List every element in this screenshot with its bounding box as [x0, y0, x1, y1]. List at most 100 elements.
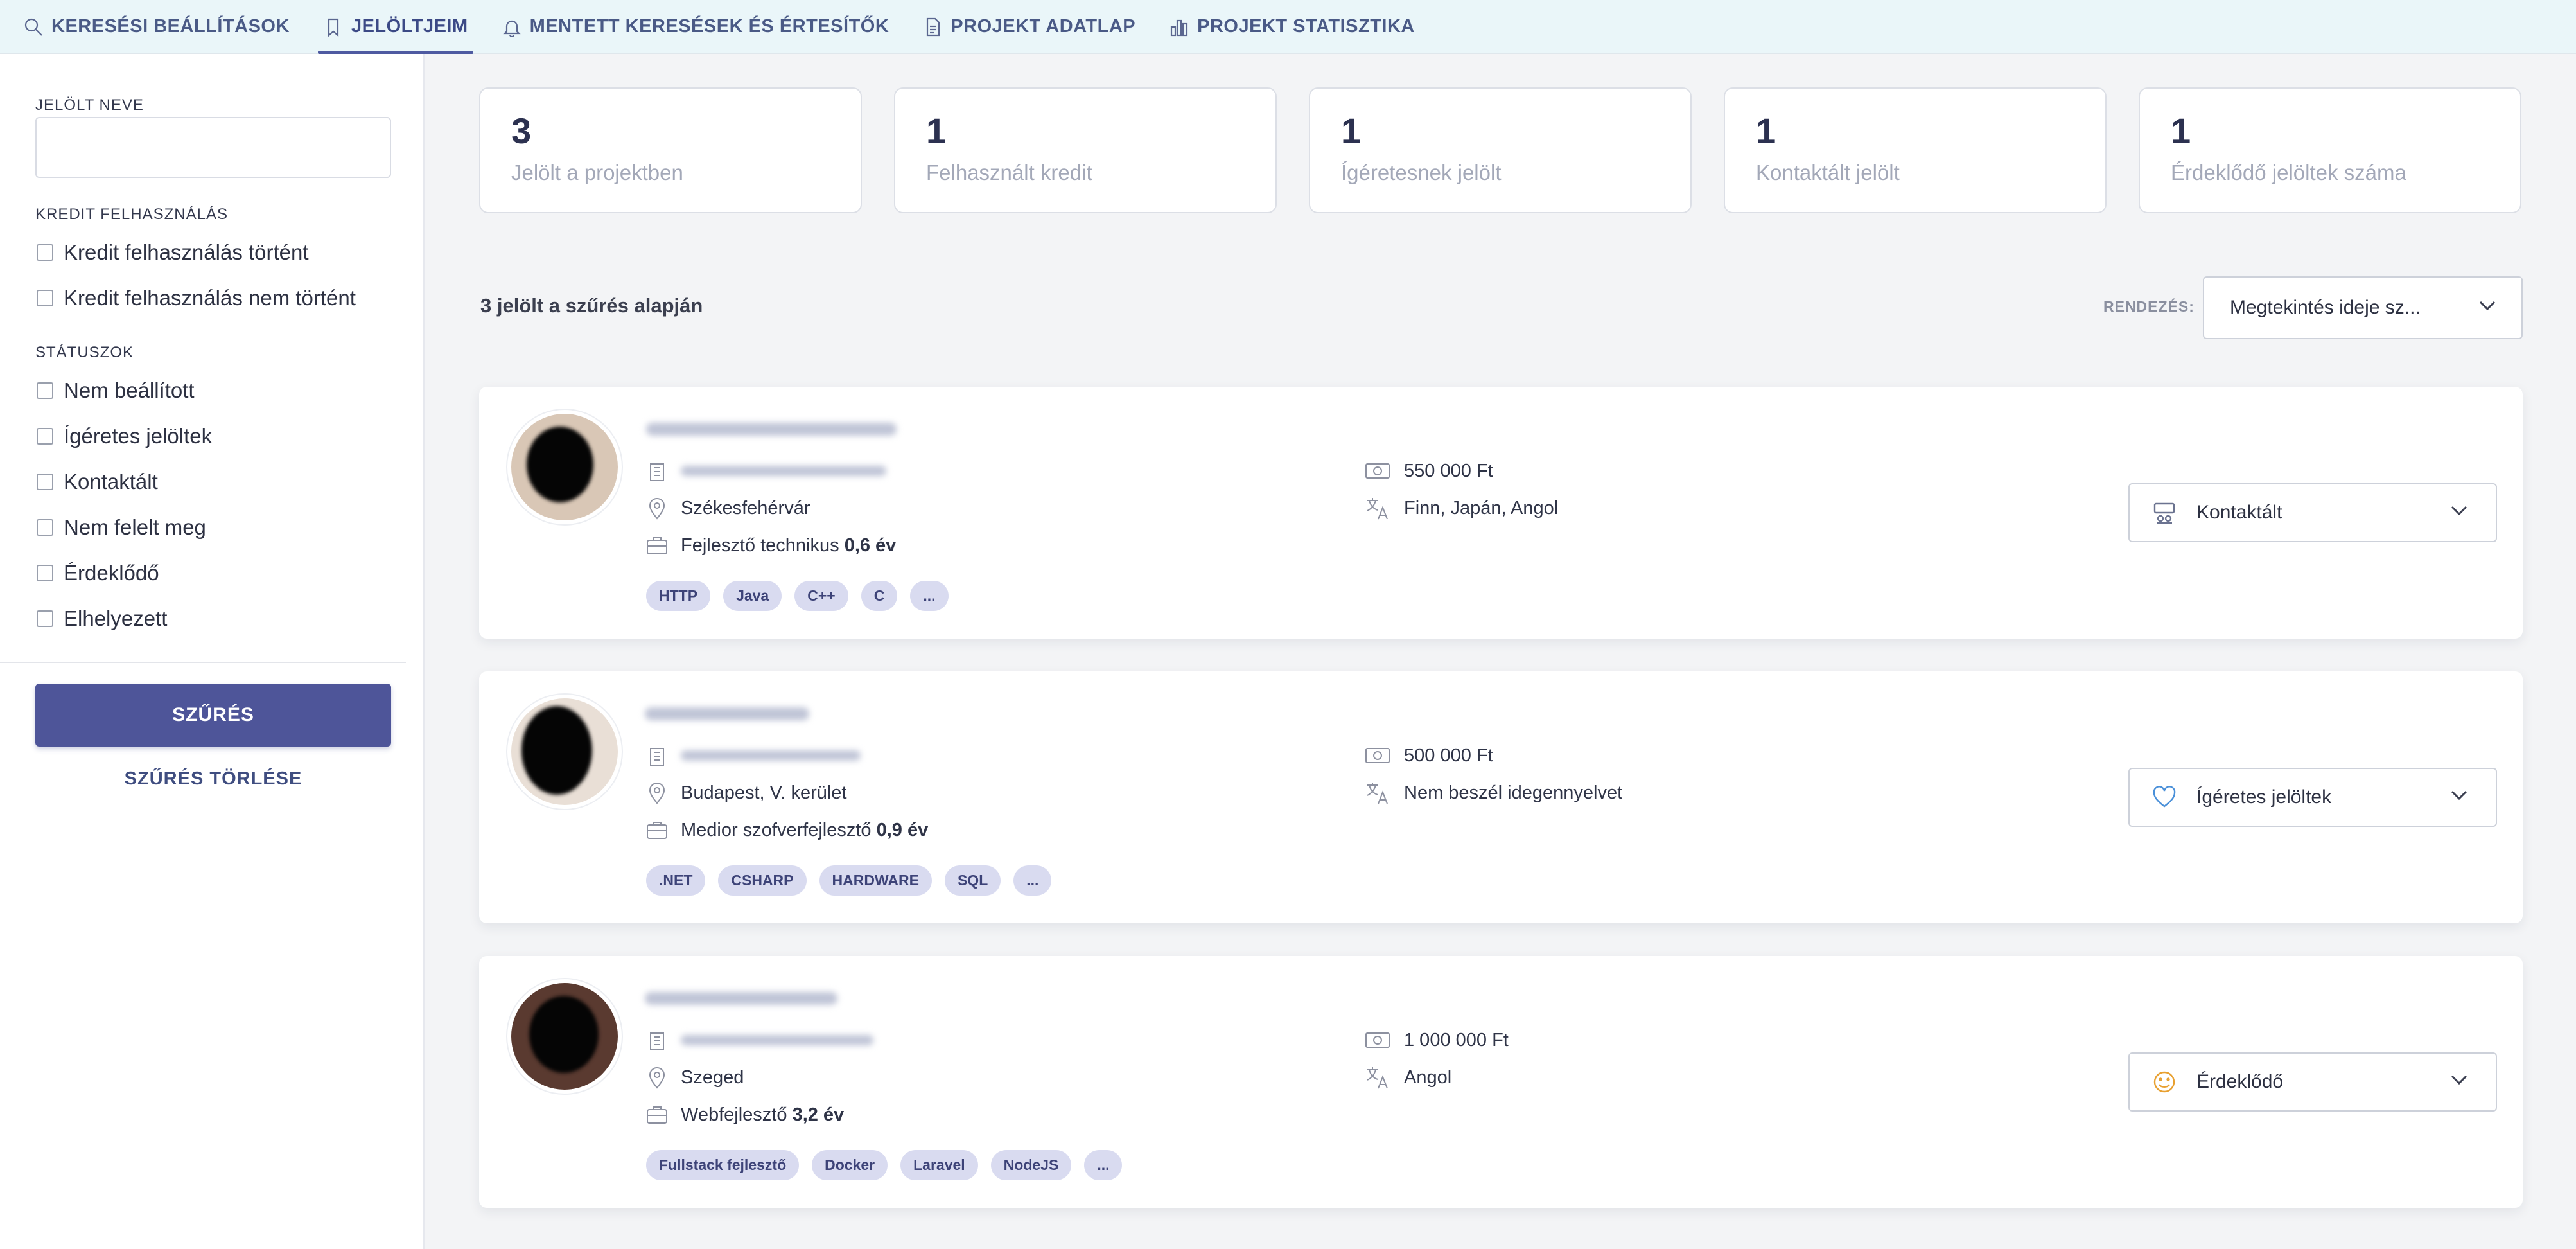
checkbox-status-promising[interactable]: Ígéretes jelöltek	[37, 424, 212, 448]
briefcase-icon	[647, 822, 667, 839]
checkbox-status-rejected[interactable]: Nem felelt meg	[37, 515, 206, 540]
chevron-down-icon	[2448, 784, 2470, 811]
money-icon	[1365, 1032, 1390, 1048]
building-icon	[650, 463, 664, 481]
document-icon	[927, 17, 940, 36]
candidate-card[interactable]: Budapest, V. kerület Medior szofverfejle…	[479, 671, 2523, 923]
candidate-role: Fejlesztő technikus	[681, 535, 839, 556]
candidate-name-label: JELÖLT NEVE	[35, 96, 144, 114]
tab-project-sheet[interactable]: PROJEKT ADATLAP	[922, 0, 1135, 54]
skill-tag: Fullstack fejlesztő	[646, 1150, 800, 1180]
heart-icon	[2153, 786, 2176, 808]
checkbox-status-interested[interactable]: Érdeklődő	[37, 561, 159, 585]
skill-tag: Docker	[812, 1150, 888, 1180]
checkbox-box[interactable]	[37, 244, 53, 261]
checkbox-label: Nem felelt meg	[64, 515, 206, 539]
languages-line: Finn, Japán, Angol	[1364, 495, 1558, 522]
bookmark-icon	[328, 18, 339, 37]
role-line: Medior szofverfejlesztő 0,9 év	[645, 818, 928, 842]
contact-card-icon	[2153, 502, 2175, 524]
translate-icon	[1367, 1067, 1388, 1089]
stat-label: Jelölt a projektben	[511, 161, 683, 184]
checkbox-status-not-set[interactable]: Nem beállított	[37, 378, 195, 403]
status-dropdown[interactable]: Kontaktált	[2128, 483, 2497, 542]
checkbox-credit-not-used[interactable]: Kredit felhasználás nem történt	[37, 286, 356, 310]
tab-saved-searches[interactable]: MENTETT KERESÉSEK ÉS ÉRTESÍTŐK	[502, 0, 889, 54]
stat-label: Ígéretesnek jelölt	[1341, 161, 1502, 184]
location-pin-icon	[649, 783, 665, 804]
checkbox-box[interactable]	[37, 290, 53, 306]
more-tags-button[interactable]: ...	[1013, 865, 1052, 896]
skill-tag: CSHARP	[718, 865, 807, 896]
chevron-down-icon	[2448, 1068, 2470, 1095]
candidate-card[interactable]: Székesfehérvár Fejlesztő technikus 0,6 é…	[479, 387, 2523, 639]
clear-filter-link[interactable]: SZŰRÉS TÖRLÉSE	[35, 768, 391, 790]
bell-icon	[503, 20, 521, 37]
skill-tags: HTTP Java C++ C ...	[646, 581, 949, 611]
skill-tags: .NET CSHARP HARDWARE SQL ...	[646, 865, 1052, 896]
role-line: Fejlesztő technikus 0,6 év	[645, 533, 896, 558]
chevron-down-icon	[2476, 294, 2498, 321]
checkbox-box[interactable]	[37, 565, 53, 581]
candidate-salary: 1 000 000 Ft	[1404, 1029, 1509, 1050]
sort-label: RENDEZÉS:	[2103, 298, 2195, 315]
status-value: Kontaktált	[2196, 502, 2282, 523]
stat-value: 1	[2171, 111, 2191, 151]
money-icon	[1365, 748, 1390, 763]
tab-search-settings[interactable]: KERESÉSI BEÁLLÍTÁSOK	[23, 0, 290, 54]
location-pin-icon	[649, 1067, 665, 1089]
checkbox-box[interactable]	[37, 474, 53, 490]
candidate-city: Székesfehérvár	[681, 497, 810, 518]
filter-button[interactable]: SZŰRÉS	[35, 684, 391, 747]
tab-label: PROJEKT ADATLAP	[951, 16, 1136, 37]
checkbox-box[interactable]	[37, 382, 53, 399]
candidate-card[interactable]: Szeged Webfejlesztő 3,2 év Fullstack fej…	[479, 956, 2523, 1208]
tab-my-candidates[interactable]: JELÖLTJEIM	[317, 0, 473, 54]
languages-line: Angol	[1364, 1064, 1451, 1091]
sort-dropdown[interactable]: Megtekintés ideje sz...	[2203, 276, 2523, 339]
candidate-city: Szeged	[681, 1067, 744, 1088]
skill-tag: HTTP	[646, 581, 711, 611]
checkbox-status-placed[interactable]: Elhelyezett	[37, 607, 167, 631]
checkbox-box[interactable]	[37, 519, 53, 536]
checkbox-box[interactable]	[37, 610, 53, 627]
more-tags-button[interactable]: ...	[1084, 1150, 1123, 1180]
more-tags-button[interactable]: ...	[910, 581, 949, 611]
location-line: Budapest, V. kerület	[645, 781, 847, 805]
checkbox-box[interactable]	[37, 428, 53, 445]
salary-line: 1 000 000 Ft	[1364, 1027, 1509, 1054]
role-line: Webfejlesztő 3,2 év	[645, 1103, 844, 1127]
tab-project-statistics[interactable]: PROJEKT STATISZTIKA	[1169, 0, 1415, 54]
briefcase-icon	[647, 537, 667, 554]
employer-line	[645, 1028, 873, 1052]
building-icon	[650, 1032, 664, 1050]
stat-label: Felhasznált kredit	[926, 161, 1092, 184]
stat-card-candidates: 3 Jelölt a projektben	[479, 87, 862, 213]
status-value: Ígéretes jelöltek	[2196, 786, 2332, 808]
translate-icon	[1367, 498, 1388, 520]
top-tab-bar: KERESÉSI BEÁLLÍTÁSOK JELÖLTJEIM MENTETT …	[0, 0, 2576, 54]
stat-card-interested: 1 Érdeklődő jelöltek száma	[2139, 87, 2521, 213]
skill-tag: Laravel	[900, 1150, 978, 1180]
checkbox-label: Kontaktált	[64, 470, 158, 493]
status-dropdown[interactable]: Érdeklődő	[2128, 1052, 2497, 1112]
candidate-name-input[interactable]	[35, 117, 391, 178]
checkbox-label: Kredit felhasználás történt	[64, 240, 309, 264]
avatar	[511, 983, 618, 1090]
translate-icon	[1367, 783, 1388, 804]
blurred-name	[645, 992, 837, 1005]
languages-line: Nem beszél idegennyelvet	[1364, 779, 1622, 806]
candidate-experience: 3,2 év	[792, 1104, 845, 1125]
checkbox-label: Kredit felhasználás nem történt	[64, 286, 356, 310]
candidate-experience: 0,9 év	[876, 819, 929, 840]
status-dropdown[interactable]: Ígéretes jelöltek	[2128, 768, 2497, 827]
checkbox-label: Nem beállított	[64, 378, 195, 402]
skill-tag: C	[861, 581, 898, 611]
salary-line: 550 000 Ft	[1364, 457, 1493, 484]
location-line: Szeged	[645, 1065, 744, 1090]
bar-chart-icon	[1171, 19, 1188, 36]
candidate-role: Medior szofverfejlesztő	[681, 819, 872, 840]
checkbox-label: Elhelyezett	[64, 607, 168, 630]
checkbox-credit-used[interactable]: Kredit felhasználás történt	[37, 240, 309, 265]
checkbox-status-contacted[interactable]: Kontaktált	[37, 470, 158, 494]
